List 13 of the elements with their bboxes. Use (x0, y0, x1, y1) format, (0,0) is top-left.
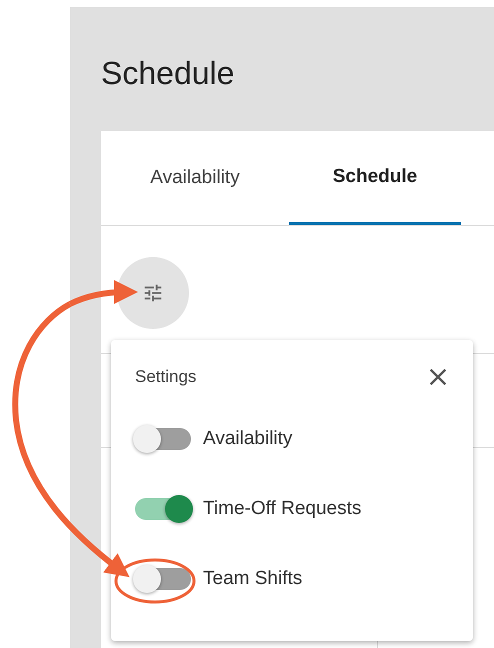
sliders-icon (142, 282, 164, 304)
tab[interactable]: Schedule (289, 131, 461, 225)
tab[interactable]: Availability (105, 131, 285, 225)
toggle-label: Availability (203, 428, 292, 450)
close-button[interactable] (427, 366, 449, 388)
page-title: Schedule (100, 54, 236, 93)
toggle-label: Time-Off Requests (203, 498, 362, 520)
toggle-switch[interactable] (135, 568, 191, 590)
close-icon (427, 366, 449, 388)
popup-title: Settings (135, 367, 196, 387)
toggle-label: Team Shifts (203, 568, 302, 590)
toggle-switch[interactable] (135, 498, 191, 520)
toggle-switch[interactable] (135, 428, 191, 450)
